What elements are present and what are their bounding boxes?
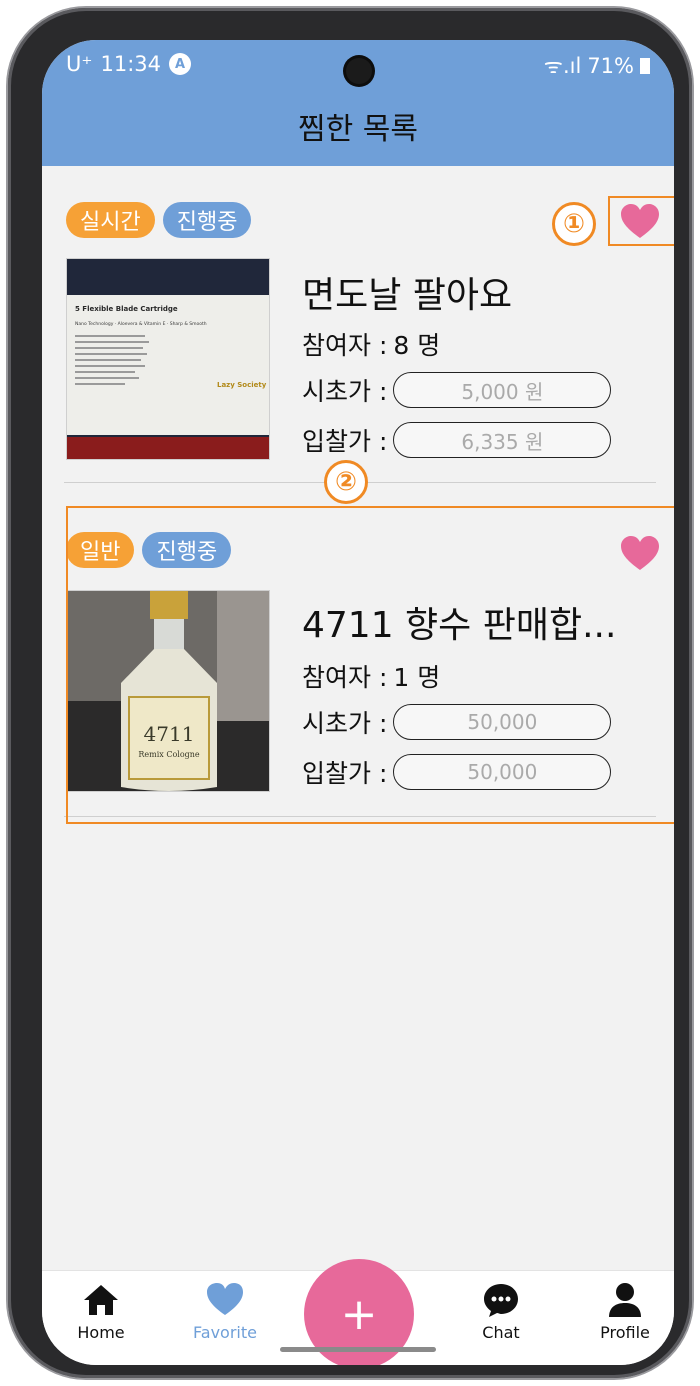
chat-icon — [484, 1284, 518, 1317]
auction-type-badge: 실시간 — [66, 202, 155, 238]
heart-icon — [207, 1283, 243, 1315]
item-title[interactable]: 면도날 팔아요 — [302, 266, 512, 318]
carrier-label: U⁺ — [66, 52, 93, 76]
auction-status-badge: 진행중 — [162, 202, 252, 238]
bid-price-value: 6,335 원 — [393, 422, 612, 458]
annotation-item-box — [66, 506, 674, 824]
notification-icon: A — [169, 53, 191, 75]
battery-icon — [640, 58, 650, 74]
app-header: U⁺ 11:34 A ᯤ.ıl 71% 찜한 목록 — [42, 40, 674, 166]
nav-favorite-label: Favorite — [193, 1323, 257, 1342]
participants-label: 참여자 : — [302, 331, 388, 360]
start-price-row: 시초가 : 5,000 원 — [302, 372, 612, 408]
annotation-two: ② — [324, 460, 368, 504]
bid-price-label: 입찰가 : — [302, 427, 388, 456]
nav-chat[interactable]: Chat — [456, 1281, 546, 1342]
signal-icon: ᯤ.ıl — [543, 54, 582, 78]
person-icon — [609, 1283, 641, 1317]
blade-heading: 5 Flexible Blade Cartridge — [75, 305, 178, 313]
phone-frame: U⁺ 11:34 A ᯤ.ıl 71% 찜한 목록 실시간 진행중 5 Flex… — [8, 8, 692, 1378]
nav-home[interactable]: Home — [56, 1281, 146, 1342]
participants-value: 8 명 — [393, 331, 441, 360]
product-image[interactable]: 5 Flexible Blade Cartridge Nano Technolo… — [66, 258, 270, 460]
nav-home-label: Home — [77, 1323, 125, 1342]
home-icon — [84, 1285, 118, 1315]
home-indicator — [280, 1347, 436, 1352]
participants-row: 참여자 : 8 명 — [302, 326, 440, 362]
start-price-label: 시초가 : — [302, 377, 388, 406]
annotation-heart-box — [608, 196, 674, 246]
blade-subheading: Nano Technology · Aloevera & Vitamin E ·… — [75, 321, 207, 327]
nav-profile[interactable]: Profile — [580, 1281, 670, 1342]
front-camera — [346, 58, 372, 84]
blade-brand: Lazy Society — [217, 381, 267, 389]
battery-level: 71% — [587, 54, 634, 78]
nav-chat-label: Chat — [482, 1323, 520, 1342]
bid-price-row: 입찰가 : 6,335 원 — [302, 422, 612, 458]
page-title: 찜한 목록 — [298, 112, 418, 147]
app-screen: U⁺ 11:34 A ᯤ.ıl 71% 찜한 목록 실시간 진행중 5 Flex… — [42, 40, 674, 1365]
annotation-one: ① — [552, 202, 596, 246]
nav-favorite[interactable]: Favorite — [180, 1281, 270, 1342]
nav-profile-label: Profile — [600, 1323, 650, 1342]
status-time: 11:34 — [100, 52, 161, 76]
start-price-value: 5,000 원 — [393, 372, 612, 408]
